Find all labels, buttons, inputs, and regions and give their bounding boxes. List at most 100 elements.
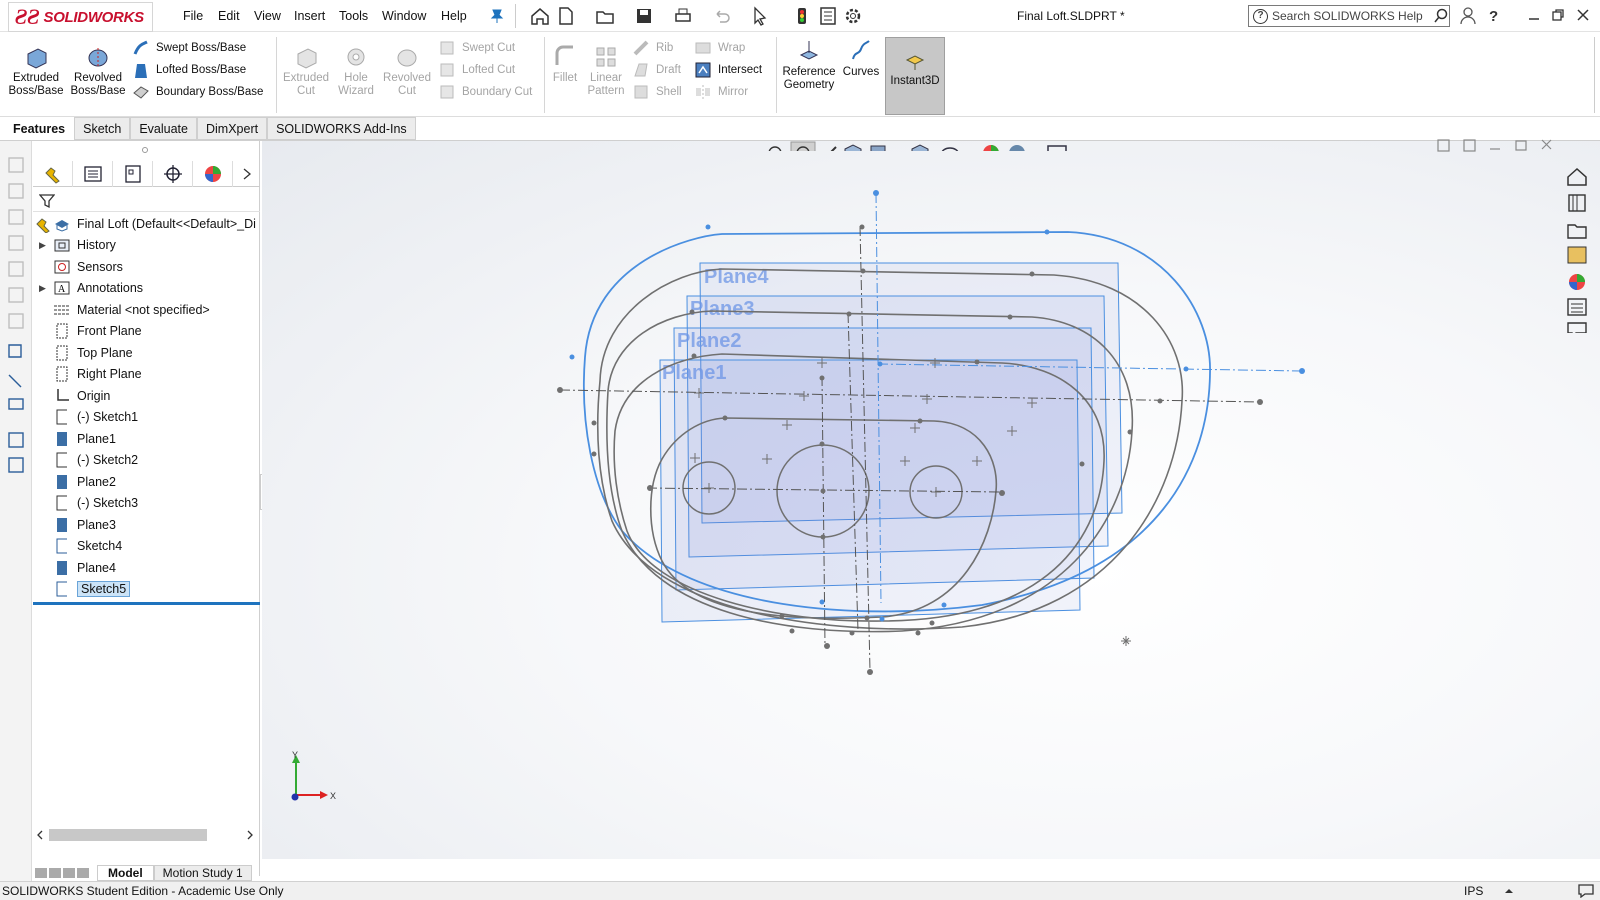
menu-insert[interactable]: Insert (294, 9, 325, 23)
intersect-icon (695, 62, 711, 78)
tree-item-sketch1[interactable]: (-) Sketch1 (39, 406, 138, 428)
extruded-boss-button[interactable]: Extruded Boss/Base (6, 45, 66, 98)
tab-scroll-arrows[interactable] (33, 865, 97, 881)
rollback-bar[interactable] (33, 602, 260, 605)
tab-sketch[interactable]: Sketch (74, 117, 131, 140)
rib-button[interactable]: Rib (632, 37, 690, 59)
cad-model-view[interactable]: Plane4 Plane3 Plane2 Plane1 (262, 141, 1600, 859)
tree-item-sketch2[interactable]: (-) Sketch2 (39, 449, 138, 471)
chat-icon[interactable] (1578, 884, 1594, 898)
tree-item-plane3[interactable]: Plane3 (39, 514, 116, 536)
lofted-cut-button[interactable]: Lofted Cut (438, 59, 538, 81)
expand-arrow-icon[interactable]: ▶ (39, 283, 53, 294)
menu-tools[interactable]: Tools (339, 9, 368, 23)
intersect-button[interactable]: Intersect (694, 59, 774, 81)
scroll-thumb[interactable] (49, 829, 207, 841)
tab-model[interactable]: Model (97, 865, 154, 881)
fillet-button[interactable]: Fillet (550, 45, 580, 85)
tree-item-plane2[interactable]: Plane2 (39, 471, 116, 493)
revolved-cut-button[interactable]: Revolved Cut (383, 45, 431, 98)
tree-item-top-plane[interactable]: Top Plane (39, 342, 133, 364)
user-account-icon[interactable] (1460, 7, 1476, 25)
reference-geometry-button[interactable]: Reference Geometry (778, 39, 840, 92)
scroll-left-icon[interactable] (36, 830, 44, 840)
search-icon[interactable] (1433, 8, 1449, 24)
tree-root-part[interactable]: Final Loft (Default<<Default>_Di (35, 213, 256, 235)
tree-item-material[interactable]: Material <not specified> (39, 299, 210, 321)
extruded-label: Extruded Boss/Base (8, 72, 64, 97)
hole-wizard-button[interactable]: Hole Wizard (334, 45, 378, 98)
menu-help[interactable]: Help (441, 9, 467, 23)
open-folder-icon[interactable] (595, 6, 615, 26)
solidworks-logo[interactable]: ƧƧ SOLIDWORKS (8, 2, 153, 32)
tab-motion-study[interactable]: Motion Study 1 (153, 865, 252, 881)
graphics-area[interactable]: Plane4 Plane3 Plane2 Plane1 Y X (262, 139, 1600, 859)
units-indicator[interactable]: IPS (1464, 884, 1483, 898)
menu-file[interactable]: File (183, 9, 203, 23)
tab-addins[interactable]: SOLIDWORKS Add-Ins (267, 117, 416, 140)
boundary-boss-button[interactable]: Boundary Boss/Base (132, 81, 272, 103)
tab-evaluate[interactable]: Evaluate (130, 117, 197, 140)
tree-item-annotations[interactable]: ▶ A Annotations (39, 277, 143, 299)
menu-edit[interactable]: Edit (218, 9, 240, 23)
print-icon[interactable] (673, 6, 693, 26)
file-properties-icon[interactable] (818, 6, 838, 26)
feature-manager-tab[interactable] (33, 161, 73, 187)
home-icon[interactable] (530, 6, 550, 26)
curves-button[interactable]: Curves (842, 39, 880, 79)
tree-item-sketch5[interactable]: Sketch5 (39, 578, 131, 600)
select-cursor-icon[interactable] (751, 6, 771, 26)
filter-icon[interactable] (39, 193, 55, 209)
tree-item-right-plane[interactable]: Right Plane (39, 363, 142, 385)
task-pane-icons[interactable] (1562, 163, 1592, 333)
tree-item-sketch3[interactable]: (-) Sketch3 (39, 492, 138, 514)
tree-item-plane4[interactable]: Plane4 (39, 557, 116, 579)
tab-dimxpert[interactable]: DimXpert (196, 117, 268, 140)
tree-item-plane1[interactable]: Plane1 (39, 428, 116, 450)
property-manager-tab[interactable] (73, 161, 113, 187)
new-document-icon[interactable] (556, 6, 576, 26)
swept-boss-button[interactable]: Swept Boss/Base (132, 37, 272, 59)
tree-item-sensors[interactable]: Sensors (39, 256, 123, 278)
mirror-button[interactable]: Mirror (694, 81, 774, 103)
close-icon[interactable] (1576, 8, 1590, 22)
options-gear-icon[interactable] (843, 6, 863, 26)
restore-icon[interactable] (1551, 8, 1565, 22)
save-icon[interactable] (634, 6, 654, 26)
tree-item-front-plane[interactable]: Front Plane (39, 320, 142, 342)
scroll-right-icon[interactable] (246, 830, 254, 840)
wrap-button[interactable]: Wrap (694, 37, 774, 59)
dimxpert-manager-tab[interactable] (153, 161, 193, 187)
menu-window[interactable]: Window (382, 9, 426, 23)
panel-more-arrow[interactable] (233, 161, 260, 187)
linear-pattern-button[interactable]: Linear Pattern (586, 45, 626, 98)
extruded-cut-button[interactable]: Extruded Cut (283, 45, 329, 98)
configuration-manager-tab[interactable] (113, 161, 153, 187)
swept-cut-button[interactable]: Swept Cut (438, 37, 538, 59)
caret-up-icon[interactable] (1505, 888, 1513, 894)
expand-arrow-icon[interactable]: ▶ (39, 240, 53, 251)
tree-item-history[interactable]: ▶ History (39, 234, 116, 256)
tree-horizontal-scrollbar[interactable] (33, 826, 260, 844)
instant3d-button[interactable]: Instant3D (885, 37, 945, 115)
tree-item-origin[interactable]: Origin (39, 385, 110, 407)
tree-item-sketch4[interactable]: Sketch4 (39, 535, 122, 557)
rebuild-icon[interactable] (792, 6, 812, 26)
panel-grip-icon[interactable] (142, 147, 148, 153)
display-manager-tab[interactable] (193, 161, 233, 187)
tab-features[interactable]: Features (4, 117, 75, 140)
undo-icon[interactable] (712, 6, 732, 26)
tree-label: (-) Sketch3 (77, 496, 139, 510)
revolved-boss-button[interactable]: Revolved Boss/Base (68, 45, 128, 98)
shell-button[interactable]: Shell (632, 81, 690, 103)
help-icon[interactable]: ? (1487, 7, 1501, 25)
menu-view[interactable]: View (254, 9, 281, 23)
minimize-icon[interactable] (1527, 8, 1541, 22)
pin-icon[interactable] (490, 8, 504, 24)
boundary-cut-button[interactable]: Boundary Cut (438, 81, 538, 103)
sketch-tools-icons[interactable] (6, 155, 26, 495)
lofted-boss-button[interactable]: Lofted Boss/Base (132, 59, 272, 81)
tree-filter-row[interactable] (33, 190, 260, 212)
help-search-input[interactable]: ? Search SOLIDWORKS Help (1248, 5, 1450, 27)
draft-button[interactable]: Draft (632, 59, 690, 81)
